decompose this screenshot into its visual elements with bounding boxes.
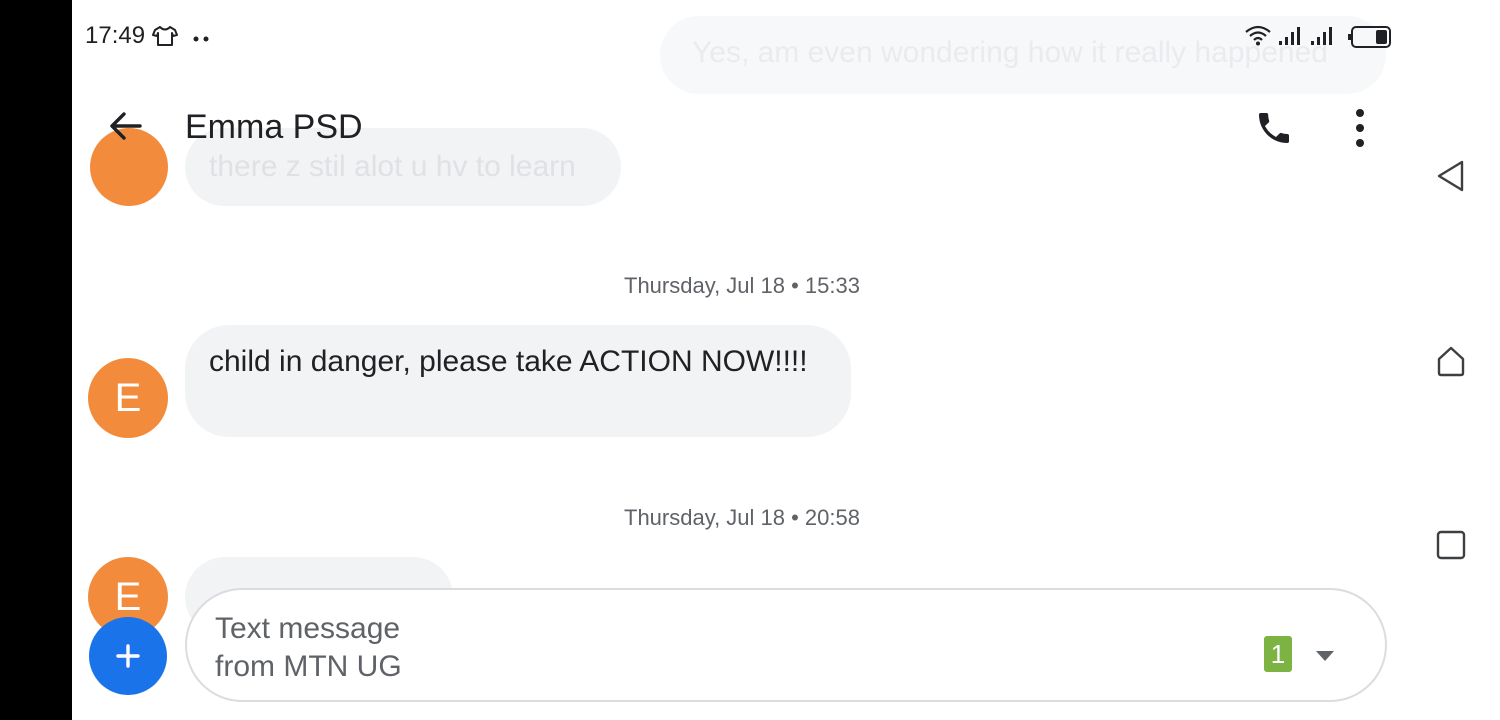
status-time: 17:49 [85,22,146,49]
messages-screen: Yes, am even wondering how it really hap… [72,0,1412,720]
compose-placeholder: Text message from MTN UG [215,610,475,686]
message-compose-field[interactable]: Text message from MTN UG 1 [185,588,1387,702]
nav-home-icon[interactable] [1436,345,1466,377]
signal-icon [1311,27,1332,45]
plus-icon [116,644,140,668]
signal-icon [1279,27,1300,45]
more-dots-icon [193,36,209,42]
shirt-icon [152,26,178,46]
placeholder-line-1: Text message [215,612,401,645]
sim-selector-badge[interactable]: 1 [1264,636,1292,672]
add-attachment-button[interactable] [89,617,167,695]
message-timestamp: Thursday, Jul 18 • 20:58 [624,505,860,530]
battery-icon [1348,26,1391,48]
faded-incoming-text: there z stil alot u hv to learn [209,150,576,183]
left-black-bar [0,0,72,720]
nav-back-icon[interactable] [1436,160,1466,192]
message-text: child in danger, please take ACTION NOW!… [209,345,808,378]
nav-recents-icon[interactable] [1436,530,1466,560]
message-timestamp: Thursday, Jul 18 • 15:33 [624,273,860,298]
more-vert-icon[interactable] [1342,108,1378,148]
message-bubble[interactable]: child in danger, please take ACTION NOW!… [185,325,851,437]
status-bar: 17:49 [72,0,1412,70]
phone-icon[interactable] [1254,108,1294,148]
arrow-back-icon[interactable] [106,106,146,146]
wifi-icon [1245,25,1271,46]
placeholder-line-2: from MTN UG [215,650,402,683]
contact-name[interactable]: Emma PSD [185,108,363,147]
chevron-down-icon[interactable] [1315,650,1335,662]
contact-avatar[interactable]: E [88,358,168,438]
